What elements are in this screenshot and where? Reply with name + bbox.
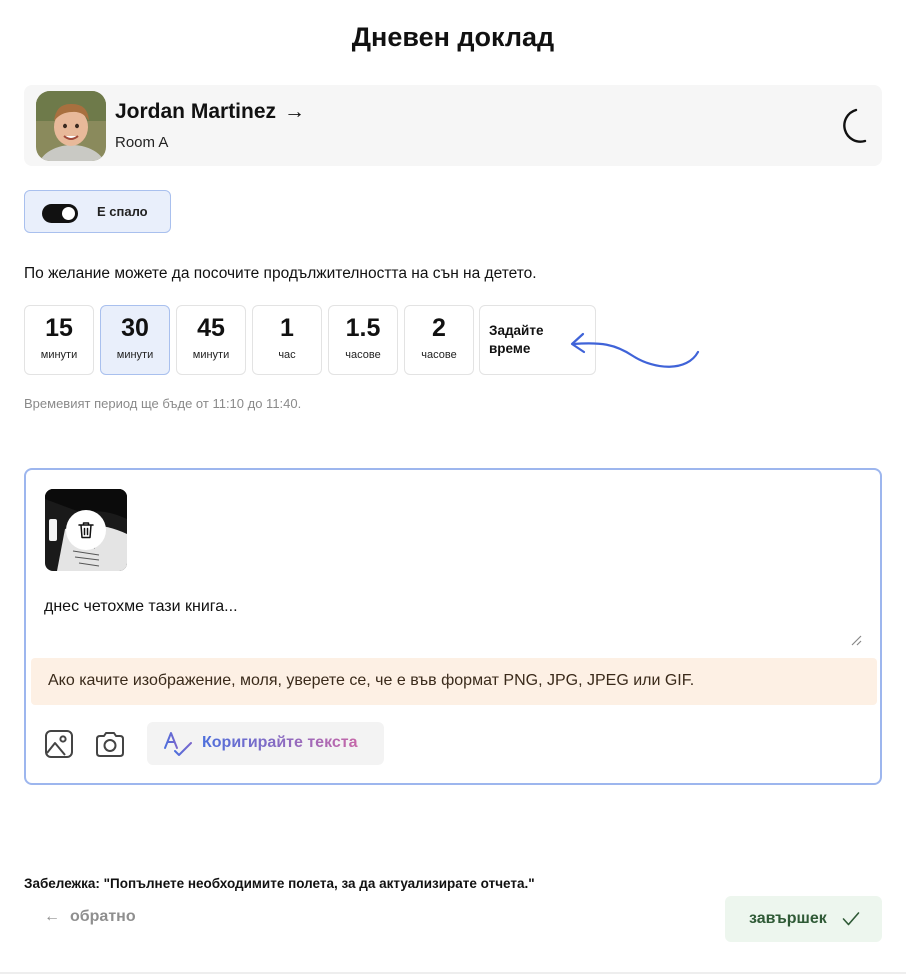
duration-option-30[interactable]: 30 минути <box>100 305 170 375</box>
back-label: обратно <box>70 908 136 925</box>
check-icon <box>842 912 860 926</box>
child-name-link[interactable]: Jordan Martinez → <box>115 100 305 124</box>
duration-value: 1 <box>280 314 294 342</box>
duration-option-2h[interactable]: 2 часове <box>404 305 474 375</box>
resize-handle-icon[interactable] <box>850 634 862 646</box>
page-title: Дневен доклад <box>351 22 555 52</box>
duration-value: 45 <box>197 314 225 342</box>
duration-option-45[interactable]: 45 минути <box>176 305 246 375</box>
toggle-knob <box>62 207 75 220</box>
finish-label: завършек <box>749 910 827 927</box>
duration-unit: минути <box>40 349 78 361</box>
note-editor[interactable]: днес четохме тази книга... Ако качите из… <box>24 468 882 785</box>
correct-text-button[interactable]: Коригирайте текста <box>147 722 384 765</box>
moon-icon <box>843 108 867 143</box>
time-period-text: Времевият период ще бъде от 11:10 до 11:… <box>24 396 302 411</box>
attached-image-thumbnail <box>45 489 127 571</box>
spell-check-icon <box>164 732 192 756</box>
duration-value: 30 <box>121 314 149 342</box>
duration-value: 2 <box>432 314 446 342</box>
duration-unit: часове <box>421 349 457 361</box>
slept-label: Е спало <box>97 204 148 219</box>
trash-icon <box>78 522 94 539</box>
arrow-right-icon: → <box>284 100 306 123</box>
duration-value: 15 <box>45 314 73 342</box>
note-textarea[interactable]: днес четохме тази книга... <box>44 598 238 616</box>
child-avatar <box>36 91 106 161</box>
duration-option-1-5h[interactable]: 1.5 часове <box>328 305 398 375</box>
delete-image-button[interactable] <box>66 510 106 550</box>
slept-toggle[interactable]: Е спало <box>24 190 171 233</box>
correct-text-label: Коригирайте текста <box>202 734 358 751</box>
duration-unit: часове <box>345 349 381 361</box>
duration-hint: По желание можете да посочите продължите… <box>24 265 537 282</box>
arrow-left-icon: ← <box>44 908 60 925</box>
duration-option-15[interactable]: 15 минути <box>24 305 94 375</box>
duration-unit: минути <box>192 349 230 361</box>
back-button[interactable]: ← обратно <box>44 908 136 926</box>
duration-value: 1.5 <box>345 314 381 342</box>
custom-time-label: Задайте време <box>489 323 544 356</box>
child-card[interactable]: Jordan Martinez → Room A <box>24 85 882 166</box>
format-warning: Ако качите изображение, моля, уверете се… <box>31 658 877 705</box>
child-name[interactable]: Jordan Martinez <box>115 100 276 123</box>
image-icon[interactable] <box>43 728 75 760</box>
duration-option-1h[interactable]: 1 час <box>252 305 322 375</box>
required-fields-note: Забележка: "Попълнете необходимите полет… <box>24 876 535 891</box>
toggle-switch[interactable] <box>42 204 78 223</box>
annotation-arrow-icon <box>570 332 700 368</box>
duration-unit: минути <box>116 349 154 361</box>
child-room: Room A <box>115 134 169 151</box>
finish-button[interactable]: завършек <box>725 896 882 942</box>
camera-icon[interactable] <box>94 728 126 760</box>
duration-unit: час <box>278 349 296 361</box>
